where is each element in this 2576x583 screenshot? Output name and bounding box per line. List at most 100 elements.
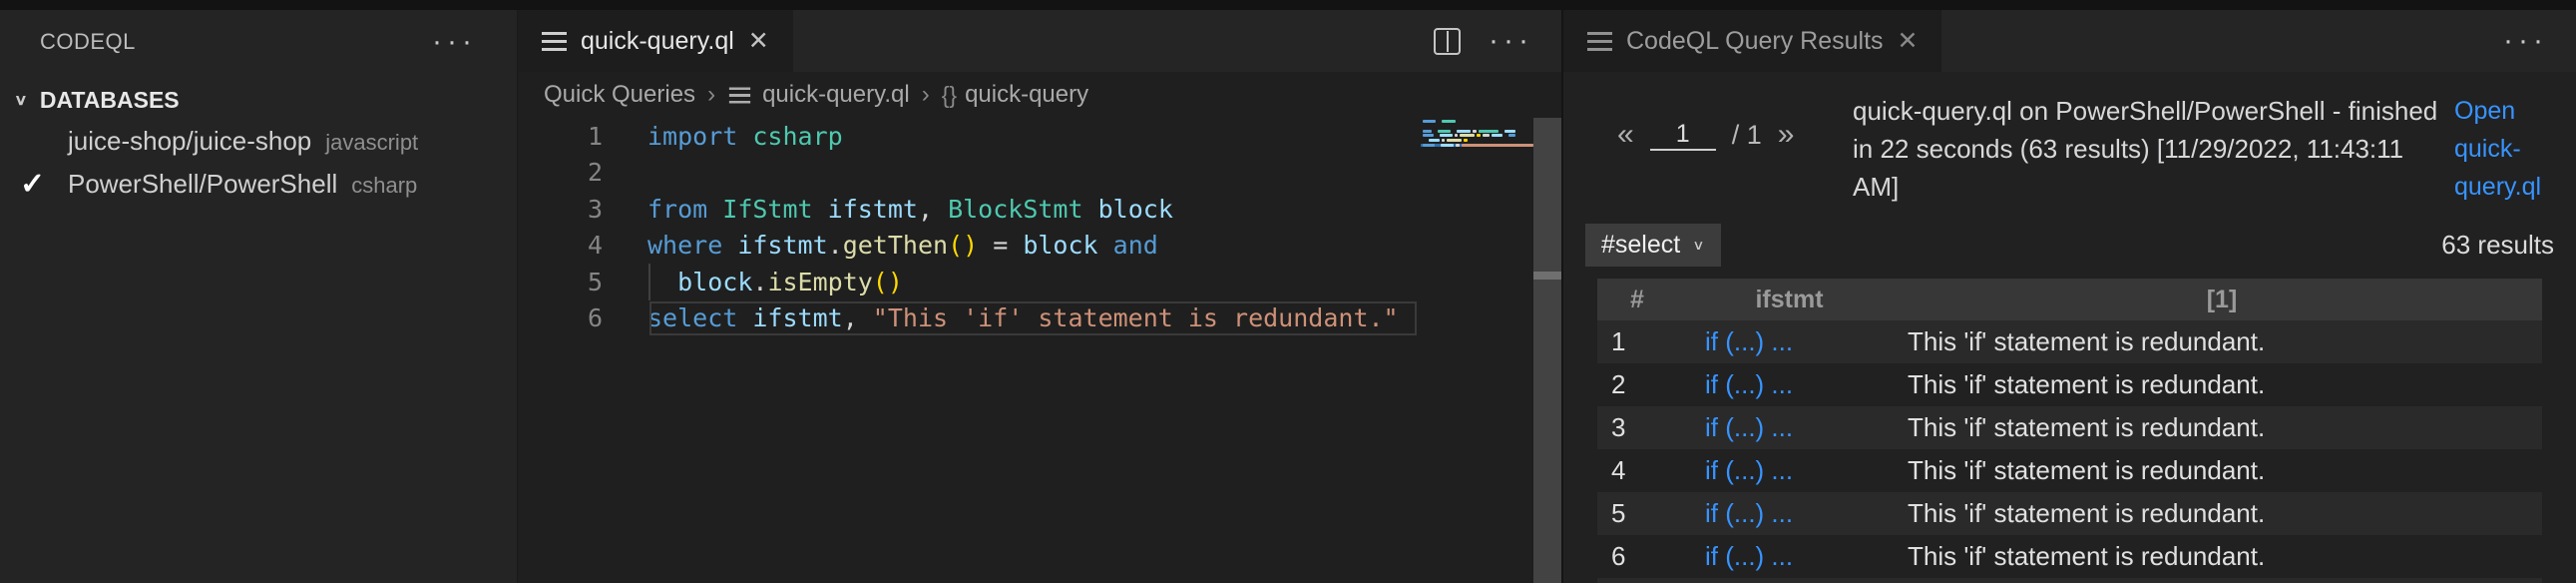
results-actions: ··· xyxy=(2503,10,2576,72)
editor-actions: ··· xyxy=(1434,10,1561,72)
databases-section-header[interactable]: ∨ DATABASES xyxy=(0,80,517,120)
minimap-segment xyxy=(1461,143,1533,147)
minimap-segment xyxy=(1442,120,1456,123)
minimap[interactable] xyxy=(1421,120,1533,149)
code-token: ifstmt xyxy=(827,194,918,224)
table-body: 1 if (...) ... This 'if' statement is redu… xyxy=(1597,320,2542,578)
editor-scrollbar[interactable] xyxy=(1533,118,1561,583)
minimap-line xyxy=(1421,143,1533,147)
code-line[interactable]: 6 select ifstmt, "This 'if' statement is … xyxy=(518,300,1561,337)
table-row[interactable]: 4 if (...) ... This 'if' statement is redu… xyxy=(1597,449,2542,492)
code-token: ifstmt xyxy=(737,231,828,261)
result-ifstmt-link[interactable]: if (...) ... xyxy=(1677,412,1902,443)
page-number-input[interactable] xyxy=(1649,119,1716,151)
code-line[interactable]: 5 block.isEmpty() xyxy=(518,264,1561,300)
line-number: 3 xyxy=(587,194,603,224)
result-ifstmt-link[interactable]: if (...) ... xyxy=(1677,369,1902,400)
tab-codeql-query-results[interactable]: CodeQL Query Results ✕ xyxy=(1563,10,1942,72)
code-text: import csharp xyxy=(647,122,843,151)
select-row: #select ∨ 63 results xyxy=(1585,224,2554,267)
breadcrumb-separator: › xyxy=(921,81,930,108)
database-item[interactable]: ✓ PowerShell/PowerShell csharp xyxy=(0,163,517,206)
breadcrumb-file[interactable]: quick-query.ql xyxy=(762,81,910,109)
line-number: 1 xyxy=(587,121,603,151)
result-ifstmt-link[interactable]: if (...) ... xyxy=(1677,455,1902,486)
code-token: , xyxy=(917,194,949,224)
close-icon[interactable]: ✕ xyxy=(1898,26,1919,56)
next-page-button[interactable]: » xyxy=(1778,118,1795,152)
table-row[interactable]: 1 if (...) ... This 'if' statement is redu… xyxy=(1597,320,2542,363)
result-set-dropdown[interactable]: #select ∨ xyxy=(1585,224,1721,267)
results-info-row: « / 1 » quick-query.ql on PowerShell/Pow… xyxy=(1585,92,2554,206)
result-ifstmt-link[interactable]: if (...) ... xyxy=(1677,326,1902,357)
code-text: select ifstmt, "This 'if' statement is r… xyxy=(647,303,1399,332)
minimap-line xyxy=(1421,134,1533,138)
minimap-line xyxy=(1421,129,1533,133)
minimap-line xyxy=(1421,120,1533,123)
chevron-down-icon: ∨ xyxy=(14,91,28,109)
minimap-segment xyxy=(1459,134,1475,138)
table-header: # ifstmt [1] xyxy=(1597,279,2542,320)
code-line[interactable]: 3 from IfStmt ifstmt, BlockStmt block xyxy=(518,191,1561,228)
table-row[interactable]: 6 if (...) ... This 'if' statement is redu… xyxy=(1597,535,2542,578)
table-row[interactable]: 5 if (...) ... This 'if' statement is redu… xyxy=(1597,492,2542,535)
code-line[interactable]: 4 where ifstmt.getThen() = block and xyxy=(518,228,1561,265)
minimap-segment xyxy=(1463,139,1469,143)
file-list-icon xyxy=(728,86,751,104)
code-token: "This 'if' statement is redundant." xyxy=(872,303,1399,333)
code-text: block.isEmpty() xyxy=(647,268,903,296)
code-token: getThen xyxy=(842,231,949,261)
minimap-segment xyxy=(1472,129,1477,133)
code-token: BlockStmt xyxy=(948,194,1083,224)
indent-guide xyxy=(648,264,650,300)
close-icon[interactable]: ✕ xyxy=(748,26,769,56)
workbench: CODEQL ··· ∨ DATABASES juice-shop/juice-… xyxy=(0,10,2576,583)
result-set-label: #select xyxy=(1601,231,1681,259)
code-token: block xyxy=(677,267,753,296)
minimap-segment xyxy=(1455,143,1460,147)
code-token: and xyxy=(1112,231,1158,261)
split-editor-icon[interactable] xyxy=(1434,27,1462,55)
code-token: IfStmt xyxy=(722,194,813,224)
column-header-ifstmt[interactable]: ifstmt xyxy=(1677,286,1902,314)
breadcrumb-symbol[interactable]: quick-query xyxy=(965,81,1088,109)
code-line[interactable]: 2 xyxy=(518,155,1561,192)
result-ifstmt-link[interactable]: if (...) ... xyxy=(1677,498,1902,529)
result-message: This 'if' statement is redundant. xyxy=(1908,455,2266,485)
sidebar-more-actions-icon[interactable]: ··· xyxy=(432,27,477,57)
result-number: 2 xyxy=(1611,369,1626,399)
code-line[interactable]: 1 import csharp xyxy=(518,118,1561,155)
code-token: , xyxy=(842,303,873,333)
code-editor[interactable]: 1 import csharp 2 3 from IfStmt ifstmt, Bloc… xyxy=(518,118,1561,583)
minimap-segment xyxy=(1423,129,1432,133)
editor-more-actions-icon[interactable]: ··· xyxy=(1489,26,1533,56)
minimap-gap xyxy=(1436,134,1438,137)
code-token: where xyxy=(647,231,723,261)
breadcrumb-folder[interactable]: Quick Queries xyxy=(544,81,695,109)
scrollbar-cursor-marker xyxy=(1533,272,1561,280)
minimap-segment xyxy=(1442,139,1445,143)
minimap-segment xyxy=(1457,129,1471,133)
sidebar-header: CODEQL ··· xyxy=(0,10,517,74)
result-message: This 'if' statement is redundant. xyxy=(1908,498,2266,528)
code-token: . xyxy=(752,267,768,296)
table-row[interactable]: 2 if (...) ... This 'if' statement is redu… xyxy=(1597,363,2542,406)
result-number: 1 xyxy=(1611,326,1626,356)
open-query-link[interactable]: Open quick-query.ql xyxy=(2454,92,2554,206)
minimap-segment xyxy=(1446,139,1462,143)
minimap-gap xyxy=(1501,130,1503,133)
results-more-actions-icon[interactable]: ··· xyxy=(2503,26,2548,56)
column-header-number[interactable]: # xyxy=(1597,286,1677,314)
result-number: 4 xyxy=(1611,455,1626,485)
tab-quick-query[interactable]: quick-query.ql ✕ xyxy=(518,10,793,72)
prev-page-button[interactable]: « xyxy=(1617,118,1634,152)
minimap-line xyxy=(1421,125,1533,128)
line-number: 2 xyxy=(587,158,603,188)
code-text: from IfStmt ifstmt, BlockStmt block xyxy=(647,195,1173,224)
database-item[interactable]: juice-shop/juice-shop javascript xyxy=(0,120,517,163)
column-header-message[interactable]: [1] xyxy=(1902,286,2542,314)
table-row[interactable]: 3 if (...) ... This 'if' statement is redu… xyxy=(1597,406,2542,449)
tab-label: CodeQL Query Results xyxy=(1626,26,1884,55)
result-ifstmt-link[interactable]: if (...) ... xyxy=(1677,541,1902,572)
